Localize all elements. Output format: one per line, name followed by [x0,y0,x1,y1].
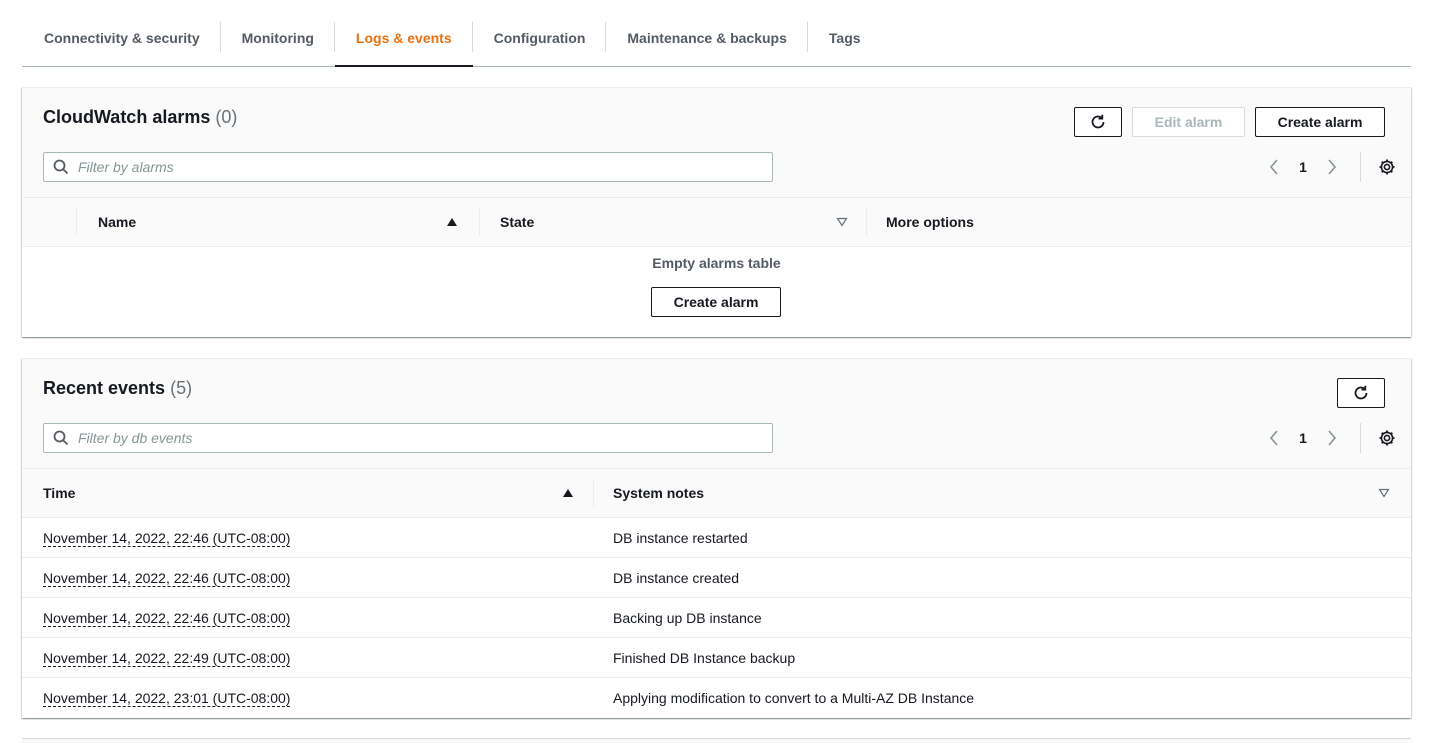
sort-ascending-icon [447,218,457,226]
event-note: DB instance restarted [613,530,748,546]
table-row: November 14, 2022, 22:46 (UTC-08:00) Bac… [22,598,1411,638]
events-pagination: 1 [1262,423,1399,453]
event-time[interactable]: November 14, 2022, 22:46 (UTC-08:00) [43,570,291,587]
alarms-title-text: CloudWatch alarms [43,107,211,127]
events-title-text: Recent events [43,378,166,398]
event-time[interactable]: November 14, 2022, 22:46 (UTC-08:00) [43,610,291,627]
event-time[interactable]: November 14, 2022, 23:01 (UTC-08:00) [43,690,291,707]
sort-descending-icon [1378,488,1390,498]
current-page[interactable]: 1 [1286,430,1320,446]
alarms-filter-input[interactable] [78,159,758,175]
column-name-label: Name [98,214,137,230]
tab-label: Monitoring [241,30,314,46]
column-state[interactable]: State [500,198,848,246]
table-row: November 14, 2022, 22:46 (UTC-08:00) DB … [22,558,1411,598]
alarms-filter[interactable] [43,152,773,182]
next-panel-edge [22,738,1411,743]
events-refresh-button[interactable] [1337,378,1385,408]
refresh-icon [1354,385,1368,400]
tab-connectivity-security[interactable]: Connectivity & security [22,10,221,66]
search-icon [44,159,78,175]
column-time[interactable]: Time [43,469,574,517]
cloudwatch-alarms-panel: CloudWatch alarms (0) Edit alarm Create … [22,87,1411,337]
tab-label: Maintenance & backups [627,30,787,46]
table-row: November 14, 2022, 22:46 (UTC-08:00) DB … [22,518,1411,558]
alarms-title: CloudWatch alarms (0) [43,107,237,128]
alarms-count: (0) [215,107,238,127]
tab-tags[interactable]: Tags [808,10,882,66]
tab-label: Tags [828,30,861,46]
recent-events-panel: Recent events (5) 1 Time [22,358,1411,718]
column-time-label: Time [43,485,76,501]
alarms-pagination: 1 [1262,152,1399,182]
tab-configuration[interactable]: Configuration [473,10,607,66]
refresh-icon [1091,114,1105,129]
column-more-options[interactable]: More options [886,198,974,246]
chevron-left-icon[interactable] [1262,426,1286,450]
tab-bar: Connectivity & security Monitoring Logs … [22,10,1411,67]
create-alarm-button[interactable]: Create alarm [1255,107,1385,137]
tab-maintenance-backups[interactable]: Maintenance & backups [606,10,808,66]
events-title: Recent events (5) [43,378,192,399]
search-icon [44,430,78,446]
chevron-right-icon[interactable] [1320,426,1344,450]
events-table-header: Time System notes [22,468,1411,518]
tab-label: Connectivity & security [44,30,200,46]
tab-logs-events[interactable]: Logs & events [334,10,473,67]
column-more-label: More options [886,214,974,230]
event-time[interactable]: November 14, 2022, 22:49 (UTC-08:00) [43,650,291,667]
tab-label: Logs & events [355,30,452,46]
events-header: Recent events (5) 1 [22,359,1411,468]
alarms-refresh-button[interactable] [1074,107,1122,137]
tab-label: Configuration [493,30,586,46]
column-state-label: State [500,214,535,230]
event-note: Finished DB Instance backup [613,650,796,666]
event-note: Backing up DB instance [613,610,762,626]
column-notes-label: System notes [613,485,705,501]
edit-alarm-button[interactable]: Edit alarm [1132,107,1245,137]
events-filter[interactable] [43,423,773,453]
tab-monitoring[interactable]: Monitoring [221,10,335,66]
alarms-header: CloudWatch alarms (0) Edit alarm Create … [22,88,1411,197]
column-name[interactable]: Name [98,198,458,246]
current-page[interactable]: 1 [1286,159,1320,175]
sort-descending-icon [836,217,848,227]
event-note: Applying modification to convert to a Mu… [613,690,975,706]
sort-ascending-icon [563,489,573,497]
events-filter-input[interactable] [78,430,758,446]
gear-icon[interactable] [1375,426,1399,450]
empty-alarms-title: Empty alarms table [652,255,781,271]
alarms-table-header: Name State More options [22,197,1411,247]
event-time[interactable]: November 14, 2022, 22:46 (UTC-08:00) [43,530,291,547]
events-count: (5) [170,378,193,398]
chevron-left-icon[interactable] [1262,155,1286,179]
event-note: DB instance created [613,570,740,586]
chevron-right-icon[interactable] [1320,155,1344,179]
gear-icon[interactable] [1375,155,1399,179]
empty-create-alarm-button[interactable]: Create alarm [651,287,781,317]
table-row: November 14, 2022, 23:01 (UTC-08:00) App… [22,678,1411,718]
column-system-notes[interactable]: System notes [613,469,1390,517]
table-row: November 14, 2022, 22:49 (UTC-08:00) Fin… [22,638,1411,678]
